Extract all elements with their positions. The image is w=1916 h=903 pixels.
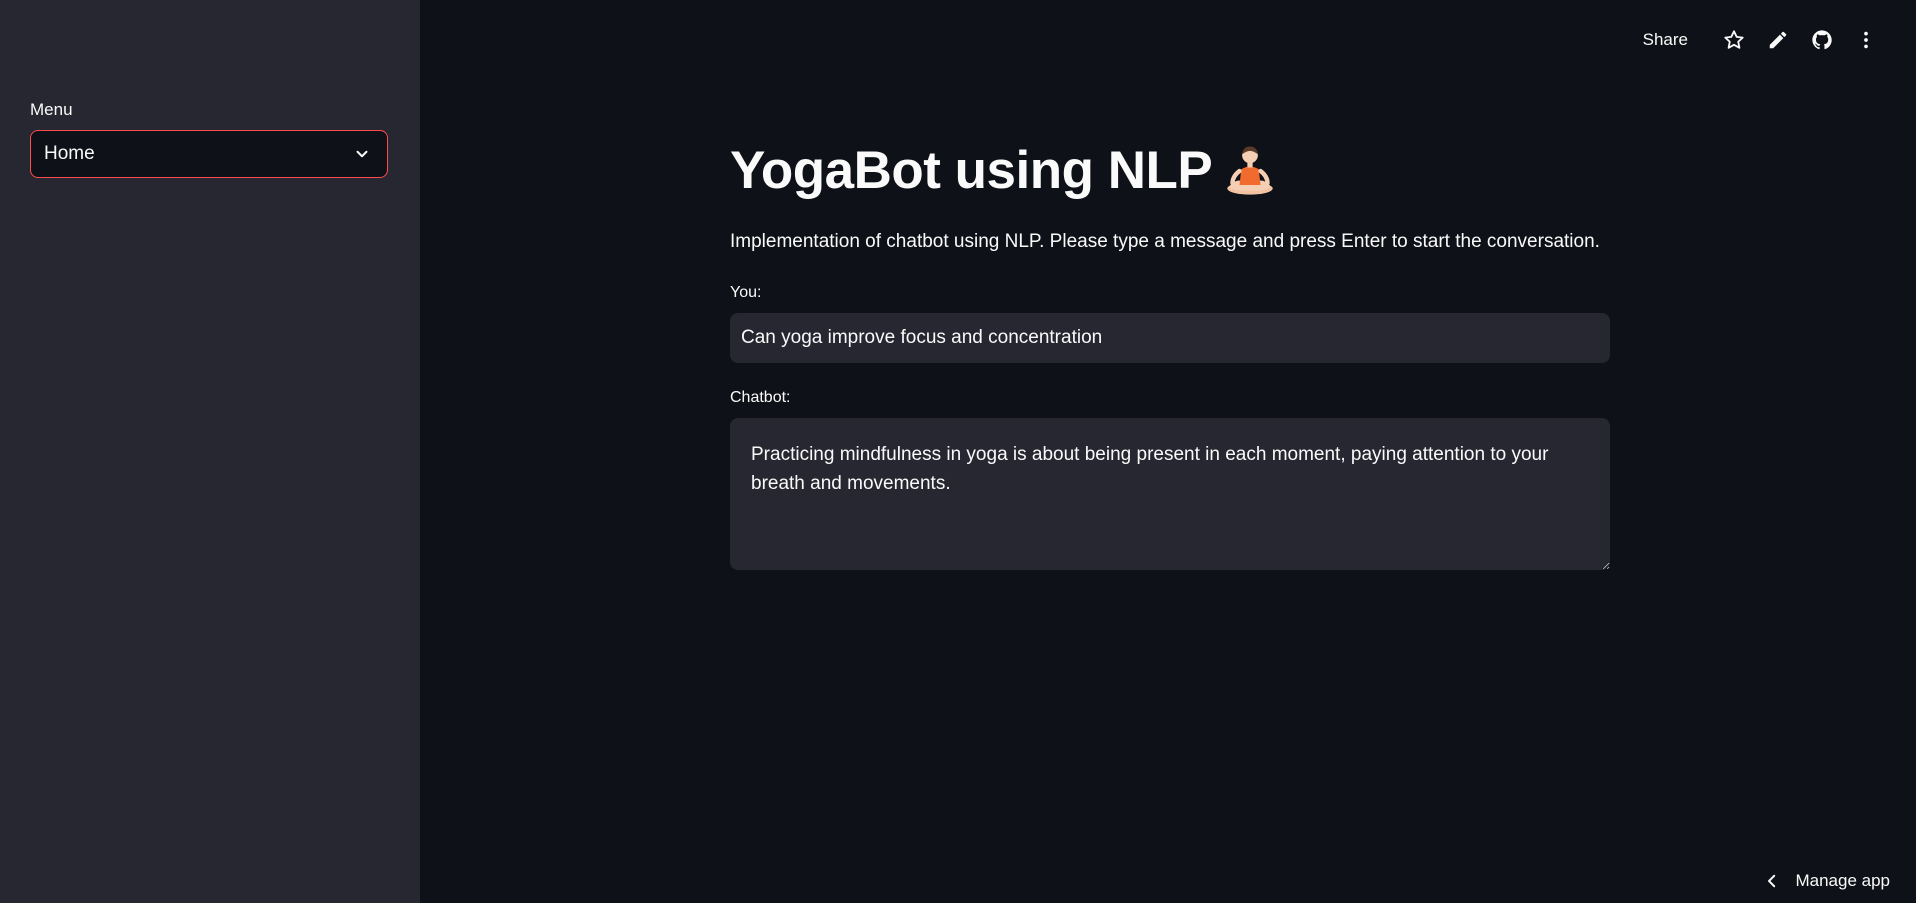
- page-description: Implementation of chatbot using NLP. Ple…: [730, 231, 1600, 252]
- chatbot-label: Chatbot:: [730, 389, 791, 406]
- menu-select-value: Home: [44, 143, 95, 164]
- kebab-menu-icon: [1864, 31, 1868, 49]
- share-button[interactable]: Share: [1633, 24, 1698, 56]
- star-button[interactable]: [1712, 22, 1756, 58]
- edit-button[interactable]: [1756, 22, 1800, 58]
- manage-app-label: Manage app: [1795, 871, 1890, 890]
- github-icon: [1812, 30, 1832, 50]
- title-row: YogaBot using NLP: [730, 140, 1278, 201]
- you-label: You:: [730, 284, 762, 301]
- toolbar: Share: [1633, 22, 1888, 58]
- manage-app-button[interactable]: Manage app: [1763, 871, 1890, 891]
- you-input[interactable]: [730, 313, 1610, 363]
- github-button[interactable]: [1800, 22, 1844, 58]
- main-menu-button[interactable]: [1844, 22, 1888, 58]
- page-title: YogaBot using NLP: [730, 141, 1213, 200]
- sidebar: Menu Home: [0, 0, 420, 903]
- chevron-down-icon: [356, 150, 368, 158]
- pencil-icon: [1769, 31, 1787, 49]
- chevron-left-icon: [1768, 874, 1776, 888]
- chatbot-response-textarea[interactable]: Practicing mindfulness in yoga is about …: [730, 418, 1610, 570]
- star-icon: [1724, 30, 1744, 49]
- person-in-lotus-position-icon: [1227, 146, 1273, 195]
- menu-select[interactable]: Home: [30, 130, 388, 178]
- menu-label: Menu: [30, 100, 73, 119]
